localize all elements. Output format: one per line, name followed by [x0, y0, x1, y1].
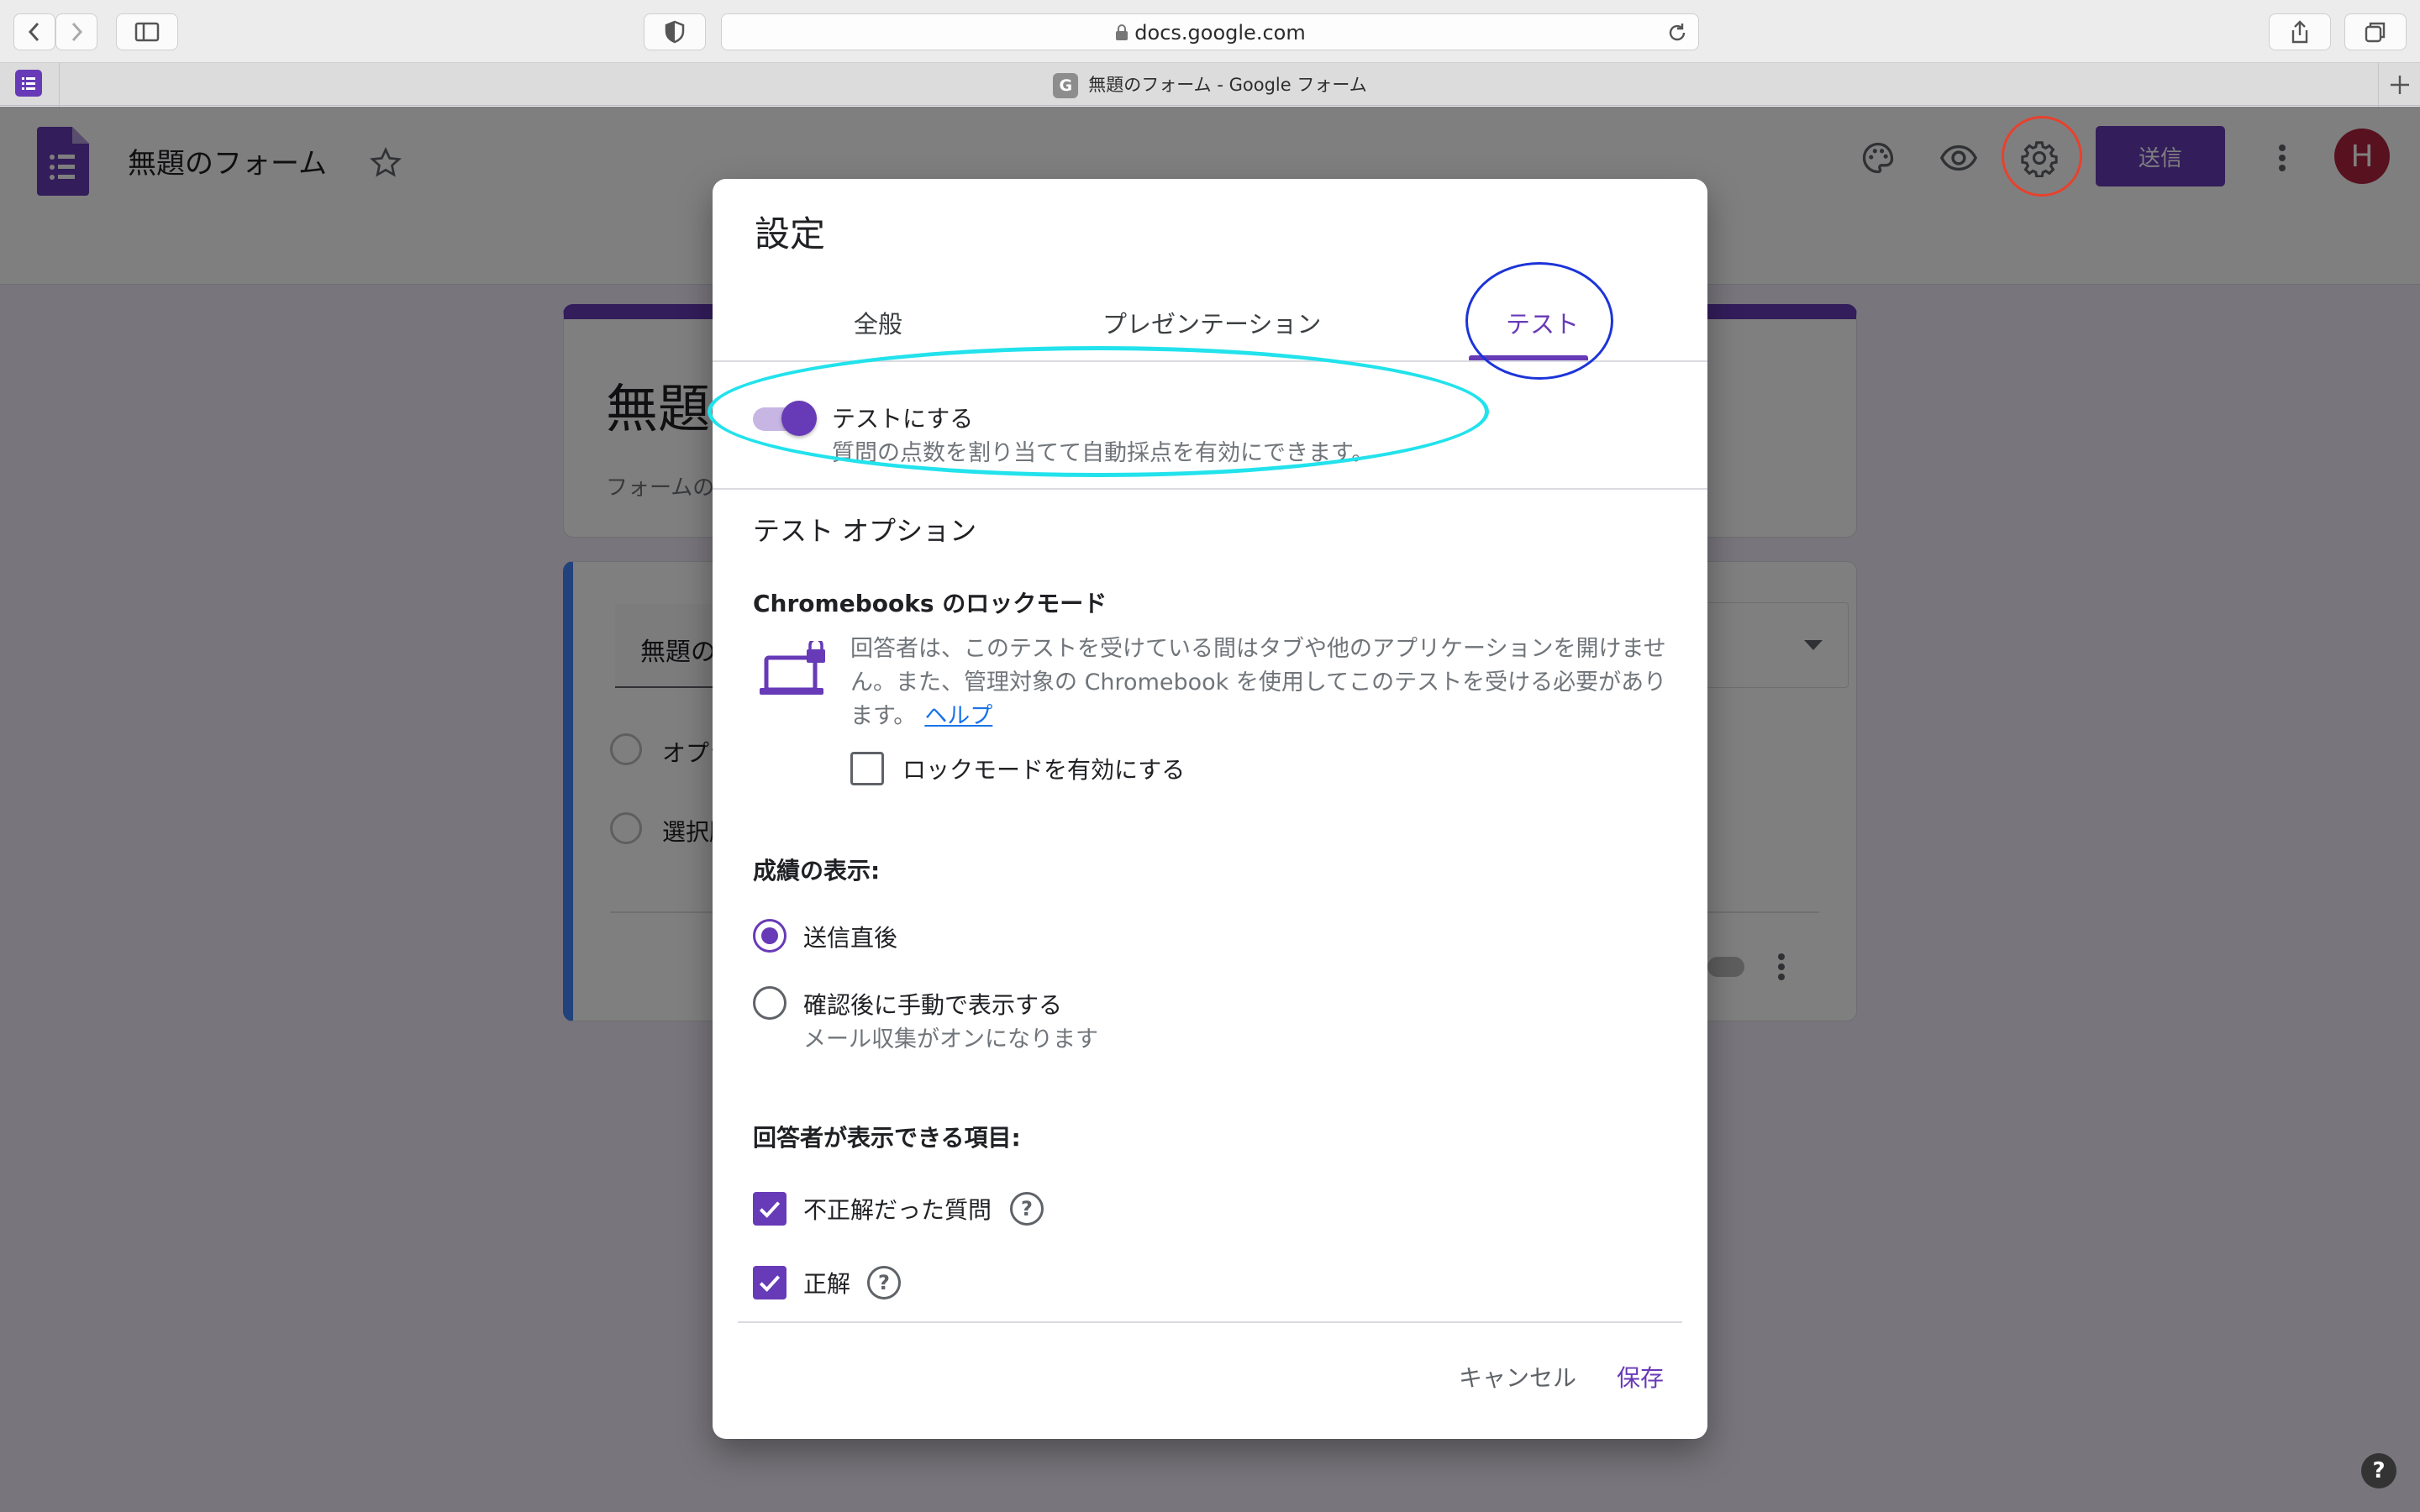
release-immediately-label[interactable]: 送信直後 — [803, 920, 897, 953]
lock-mode-heading: Chromebooks のロックモード — [753, 590, 1107, 617]
release-later-label[interactable]: 確認後に手動で表示する — [803, 987, 1062, 1021]
check-icon — [759, 1275, 781, 1292]
privacy-report-button[interactable] — [644, 13, 706, 50]
missed-questions-label[interactable]: 不正解だった質問 — [803, 1192, 992, 1226]
tab-presentation[interactable]: プレゼンテーション — [1102, 305, 1321, 339]
share-icon — [2291, 20, 2308, 44]
locked-laptop-icon — [758, 638, 827, 703]
footer-divider — [738, 1321, 1682, 1323]
lock-mode-checkbox[interactable] — [850, 752, 884, 785]
annotation-ellipse-cyan — [708, 346, 1489, 477]
annotation-circle-blue — [1465, 262, 1613, 380]
section-divider — [713, 488, 1707, 490]
chevron-right-icon — [71, 22, 83, 42]
chevron-left-icon — [28, 22, 39, 42]
release-later-radio[interactable] — [753, 986, 786, 1020]
help-button[interactable]: ? — [2361, 1453, 2396, 1488]
active-tab[interactable]: G 無題のフォーム - Google フォーム — [0, 71, 2420, 98]
release-later-sublabel: メール収集がオンになります — [803, 1026, 1098, 1053]
reload-icon[interactable] — [1666, 22, 1688, 44]
sidebar-icon — [134, 22, 160, 42]
missed-questions-checkbox[interactable] — [753, 1192, 786, 1226]
share-button[interactable] — [2269, 13, 2331, 50]
google-favicon-icon: G — [1053, 73, 1079, 98]
release-immediately-radio[interactable] — [753, 919, 786, 953]
forward-button[interactable] — [55, 13, 97, 50]
tabs-icon — [2365, 22, 2386, 43]
tab-general[interactable]: 全般 — [854, 305, 902, 339]
lock-mode-description: 回答者は、このテストを受けている間はタブや他のアプリケーションを開けません。また… — [850, 633, 1682, 733]
quiz-options-heading: テスト オプション — [753, 515, 977, 547]
annotation-circle-red — [2002, 116, 2082, 197]
new-tab-icon[interactable] — [2388, 73, 2412, 97]
correct-answers-label[interactable]: 正解 — [803, 1266, 850, 1299]
browser-toolbar: docs.google.com — [0, 0, 2420, 62]
check-icon — [759, 1201, 781, 1218]
tab-overview-button[interactable] — [2344, 13, 2407, 50]
address-bar[interactable]: docs.google.com — [721, 13, 1699, 50]
back-button[interactable] — [13, 13, 55, 50]
save-button[interactable]: 保存 — [1617, 1360, 1664, 1394]
sidebar-toggle-button[interactable] — [116, 13, 178, 50]
help-link[interactable]: ヘルプ — [924, 703, 992, 729]
help-circle-icon[interactable]: ? — [1010, 1192, 1044, 1226]
dialog-title: 設定 — [755, 213, 826, 255]
correct-answers-checkbox[interactable] — [753, 1266, 786, 1299]
url-text: docs.google.com — [722, 21, 1698, 45]
release-grade-heading: 成績の表示: — [753, 857, 881, 885]
shield-icon — [665, 20, 685, 44]
help-circle-icon[interactable]: ? — [867, 1266, 901, 1299]
tab-title-text: 無題のフォーム - Google フォーム — [1088, 75, 1367, 95]
lock-icon — [1116, 24, 1128, 40]
respondent-view-heading: 回答者が表示できる項目: — [753, 1124, 1021, 1152]
lock-mode-checkbox-label[interactable]: ロックモードを有効にする — [902, 752, 1185, 785]
tab-bar: G 無題のフォーム - Google フォーム — [0, 62, 2420, 107]
url-value: docs.google.com — [1134, 21, 1306, 45]
cancel-button[interactable]: キャンセル — [1459, 1360, 1576, 1394]
